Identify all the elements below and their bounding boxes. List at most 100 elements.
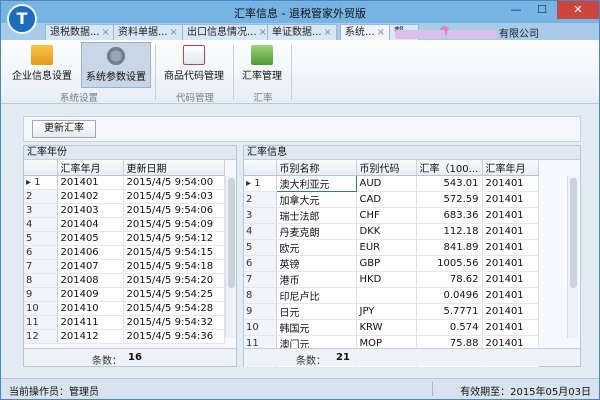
rate-month-cell[interactable]: 201401 xyxy=(482,303,539,320)
table-row[interactable]: 4 丹麦克朗 DKK 112.18 201401 xyxy=(244,223,539,240)
update-date-cell[interactable]: 2015/4/5 9:54:36 xyxy=(123,329,225,344)
rate-month-cell[interactable]: 201401 xyxy=(482,255,539,272)
currency-code-cell[interactable]: AUD xyxy=(356,175,417,192)
tab-documents[interactable]: 资料单据... × xyxy=(113,24,183,40)
table-row[interactable]: 10 201410 2015/4/5 9:54:28 xyxy=(24,301,225,316)
currency-code-cell[interactable]: CHF xyxy=(356,207,417,224)
currency-name-cell[interactable]: 韩国元 xyxy=(276,319,357,336)
minimize-icon[interactable]: — xyxy=(503,1,529,19)
scroll-thumb[interactable] xyxy=(228,178,235,288)
currency-code-cell[interactable]: KRW xyxy=(356,319,417,336)
rate-value-cell[interactable]: 0.0496 xyxy=(416,287,483,304)
update-date-cell[interactable]: 2015/4/5 9:54:20 xyxy=(123,273,225,288)
column-header[interactable]: 汇率年月 xyxy=(57,160,124,176)
currency-name-cell[interactable]: 印尼卢比 xyxy=(276,287,357,304)
table-row[interactable]: 11 201411 2015/4/5 9:54:32 xyxy=(24,315,225,330)
tab-close-icon[interactable]: × xyxy=(102,27,110,38)
currency-code-cell[interactable]: DKK xyxy=(356,223,417,240)
system-params-button[interactable]: 系统参数设置 xyxy=(81,42,151,88)
update-date-cell[interactable]: 2015/4/5 9:54:18 xyxy=(123,259,225,274)
currency-name-cell[interactable]: 日元 xyxy=(276,303,357,320)
table-row[interactable]: 3 瑞士法郎 CHF 683.36 201401 xyxy=(244,207,539,224)
rate-month-cell[interactable]: 201405 xyxy=(57,231,124,246)
vertical-scrollbar[interactable] xyxy=(225,176,236,338)
rate-value-cell[interactable]: 683.36 xyxy=(416,207,483,224)
update-date-cell[interactable]: 2015/4/5 9:54:06 xyxy=(123,203,225,218)
table-row[interactable]: 7 港币 HKD 78.62 201401 xyxy=(244,271,539,288)
rate-month-cell[interactable]: 201401 xyxy=(482,175,539,192)
exchange-rate-manage-button[interactable]: 汇率管理 xyxy=(237,42,287,88)
currency-code-cell[interactable]: CAD xyxy=(356,191,417,208)
table-row[interactable]: 8 印尼卢比 0.0496 201401 xyxy=(244,287,539,304)
tab-refund-data[interactable]: 退税数据... × xyxy=(45,24,115,40)
rate-month-cell[interactable]: 201410 xyxy=(57,301,124,316)
table-row[interactable]: 9 201409 2015/4/5 9:54:25 xyxy=(24,287,225,302)
update-rate-button[interactable]: 更新汇率 xyxy=(32,120,96,138)
currency-name-cell[interactable]: 澳大利亚元 xyxy=(275,175,357,192)
table-row[interactable]: 2 201402 2015/4/5 9:54:03 xyxy=(24,189,225,204)
table-row[interactable]: 5 201405 2015/4/5 9:54:12 xyxy=(24,231,225,246)
table-row[interactable]: ▸ 1 201401 2015/4/5 9:54:00 xyxy=(24,175,225,190)
product-code-button[interactable]: 商品代码管理 xyxy=(159,42,229,88)
tab-export-info[interactable]: 出口信息情况... × xyxy=(182,24,272,40)
rate-month-cell[interactable]: 201401 xyxy=(482,271,539,288)
rate-value-cell[interactable]: 78.62 xyxy=(416,271,483,288)
tab-close-icon[interactable]: × xyxy=(377,27,385,38)
currency-code-cell[interactable]: JPY xyxy=(356,303,417,320)
rate-month-cell[interactable]: 201401 xyxy=(482,319,539,336)
currency-name-cell[interactable]: 欧元 xyxy=(276,239,357,256)
update-date-cell[interactable]: 2015/4/5 9:54:00 xyxy=(123,175,225,190)
rate-month-cell[interactable]: 201401 xyxy=(482,287,539,304)
table-row[interactable]: 8 201408 2015/4/5 9:54:20 xyxy=(24,273,225,288)
rate-value-cell[interactable]: 5.7771 xyxy=(416,303,483,320)
update-date-cell[interactable]: 2015/4/5 9:54:25 xyxy=(123,287,225,302)
update-date-cell[interactable]: 2015/4/5 9:54:03 xyxy=(123,189,225,204)
update-date-cell[interactable]: 2015/4/5 9:54:32 xyxy=(123,315,225,330)
column-header[interactable]: 汇率（100... xyxy=(416,160,483,176)
tab-close-icon[interactable]: × xyxy=(324,27,332,38)
update-date-cell[interactable]: 2015/4/5 9:54:12 xyxy=(123,231,225,246)
rate-month-cell[interactable]: 201412 xyxy=(57,329,124,344)
rate-month-cell[interactable]: 201401 xyxy=(482,207,539,224)
currency-name-cell[interactable]: 加拿大元 xyxy=(276,191,357,208)
rate-month-cell[interactable]: 201401 xyxy=(482,223,539,240)
table-row[interactable]: ▸ 1 澳大利亚元 AUD 543.01 201401 xyxy=(244,175,539,192)
rate-value-cell[interactable]: 0.574 xyxy=(416,319,483,336)
rate-month-cell[interactable]: 201408 xyxy=(57,273,124,288)
currency-code-cell[interactable] xyxy=(356,287,417,304)
rate-month-cell[interactable]: 201411 xyxy=(57,315,124,330)
column-header[interactable]: 币别名称 xyxy=(276,160,357,176)
rate-value-cell[interactable]: 112.18 xyxy=(416,223,483,240)
tab-close-icon[interactable]: × xyxy=(259,27,267,38)
table-row[interactable]: 3 201403 2015/4/5 9:54:06 xyxy=(24,203,225,218)
rate-month-cell[interactable]: 201407 xyxy=(57,259,124,274)
table-row[interactable]: 4 201404 2015/4/5 9:54:09 xyxy=(24,217,225,232)
currency-name-cell[interactable]: 英镑 xyxy=(276,255,357,272)
company-settings-button[interactable]: 企业信息设置 xyxy=(7,42,77,88)
rate-value-cell[interactable]: 572.59 xyxy=(416,191,483,208)
update-date-cell[interactable]: 2015/4/5 9:54:15 xyxy=(123,245,225,260)
column-header[interactable]: 币别代码 xyxy=(356,160,417,176)
table-row[interactable]: 5 欧元 EUR 841.89 201401 xyxy=(244,239,539,256)
table-row[interactable]: 2 加拿大元 CAD 572.59 201401 xyxy=(244,191,539,208)
currency-name-cell[interactable]: 丹麦克朗 xyxy=(276,223,357,240)
update-date-cell[interactable]: 2015/4/5 9:54:28 xyxy=(123,301,225,316)
title-bar[interactable]: T 汇率信息 - 退税管家外贸版 — ☐ ✕ xyxy=(1,1,599,34)
column-header[interactable]: 更新日期 xyxy=(123,160,225,176)
rate-month-cell[interactable]: 201401 xyxy=(482,191,539,208)
rate-month-cell[interactable]: 201401 xyxy=(482,239,539,256)
rate-month-cell[interactable]: 201402 xyxy=(57,189,124,204)
rate-month-cell[interactable]: 201401 xyxy=(57,175,124,190)
table-row[interactable]: 9 日元 JPY 5.7771 201401 xyxy=(244,303,539,320)
rate-value-cell[interactable]: 1005.56 xyxy=(416,255,483,272)
rate-value-cell[interactable]: 543.01 xyxy=(416,175,483,192)
close-icon[interactable]: ✕ xyxy=(557,1,599,19)
table-row[interactable]: 6 英镑 GBP 1005.56 201401 xyxy=(244,255,539,272)
tab-close-icon[interactable]: × xyxy=(170,27,178,38)
column-header[interactable]: 汇率年月 xyxy=(482,160,539,176)
currency-name-cell[interactable]: 瑞士法郎 xyxy=(276,207,357,224)
currency-code-cell[interactable]: EUR xyxy=(356,239,417,256)
tab-certificate-data[interactable]: 单证数据... × xyxy=(267,24,337,40)
table-row[interactable]: 6 201406 2015/4/5 9:54:15 xyxy=(24,245,225,260)
currency-code-cell[interactable]: HKD xyxy=(356,271,417,288)
